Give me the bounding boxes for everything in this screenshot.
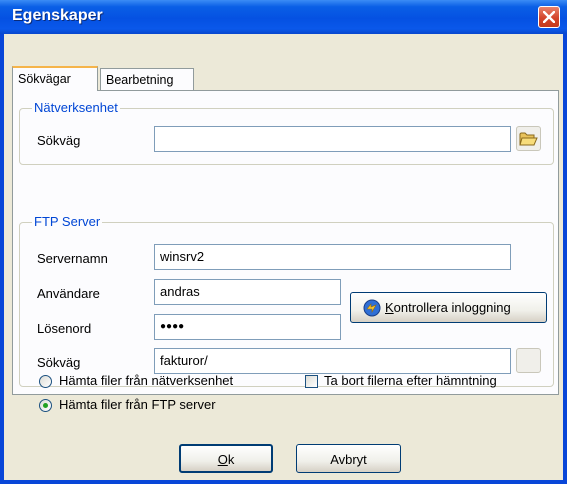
folder-open-icon (519, 132, 538, 146)
radio-ftp-label: Hämta filer från FTP server (59, 397, 216, 412)
delete-after-label: Ta bort filerna efter hämntning (324, 373, 497, 388)
ok-label: Ok (217, 452, 235, 467)
password-label: Lösenord (37, 321, 92, 336)
cancel-label: Avbryt (330, 452, 367, 467)
check-login-button[interactable]: Kontrollera inloggning (350, 292, 547, 323)
tab-panel: Nätverksenhet Sökväg FTP Server Serverna… (12, 90, 559, 395)
tab-bearbetning[interactable]: Bearbetning (100, 68, 194, 90)
network-path-label: Sökväg (37, 133, 81, 148)
connect-icon (363, 299, 381, 317)
cancel-button[interactable]: Avbryt (296, 444, 401, 473)
close-button[interactable] (538, 6, 560, 28)
ftp-browse-button[interactable] (516, 348, 541, 373)
dialog-body: Sökvägar Bearbetning Nätverksenhet Sökvä… (4, 34, 563, 480)
radio-network-label: Hämta filer från nätverksenhet (59, 373, 234, 388)
check-login-label: Kontrollera inloggning (385, 300, 511, 315)
network-path-input[interactable] (154, 126, 511, 152)
properties-dialog: Egenskaper Sökvägar Bearbetning Nätverks… (0, 0, 567, 484)
server-name-label: Servernamn (37, 251, 108, 266)
tab-label: Bearbetning (106, 73, 174, 87)
ftp-group-title: FTP Server (32, 214, 103, 229)
radio-ftp[interactable] (39, 399, 52, 412)
ftp-path-input[interactable]: fakturor/ (154, 348, 511, 374)
tab-label: Sökvägar (18, 72, 71, 86)
password-input[interactable]: ●●●● (154, 314, 341, 340)
radio-selected-dot (43, 403, 48, 408)
username-label: Användare (37, 286, 100, 301)
tab-sokvagar[interactable]: Sökvägar (12, 66, 98, 91)
browse-folder-button[interactable] (516, 126, 541, 151)
network-group-title: Nätverksenhet (32, 100, 120, 115)
username-input[interactable]: andras (154, 279, 341, 305)
delete-after-checkbox[interactable] (305, 375, 318, 388)
ftp-path-label: Sökväg (37, 355, 81, 370)
window-title: Egenskaper (12, 7, 103, 24)
server-name-input[interactable]: winsrv2 (154, 244, 511, 270)
ok-button[interactable]: Ok (179, 444, 273, 473)
title-bar[interactable]: Egenskaper (0, 0, 567, 34)
close-icon (543, 11, 555, 23)
radio-network[interactable] (39, 375, 52, 388)
